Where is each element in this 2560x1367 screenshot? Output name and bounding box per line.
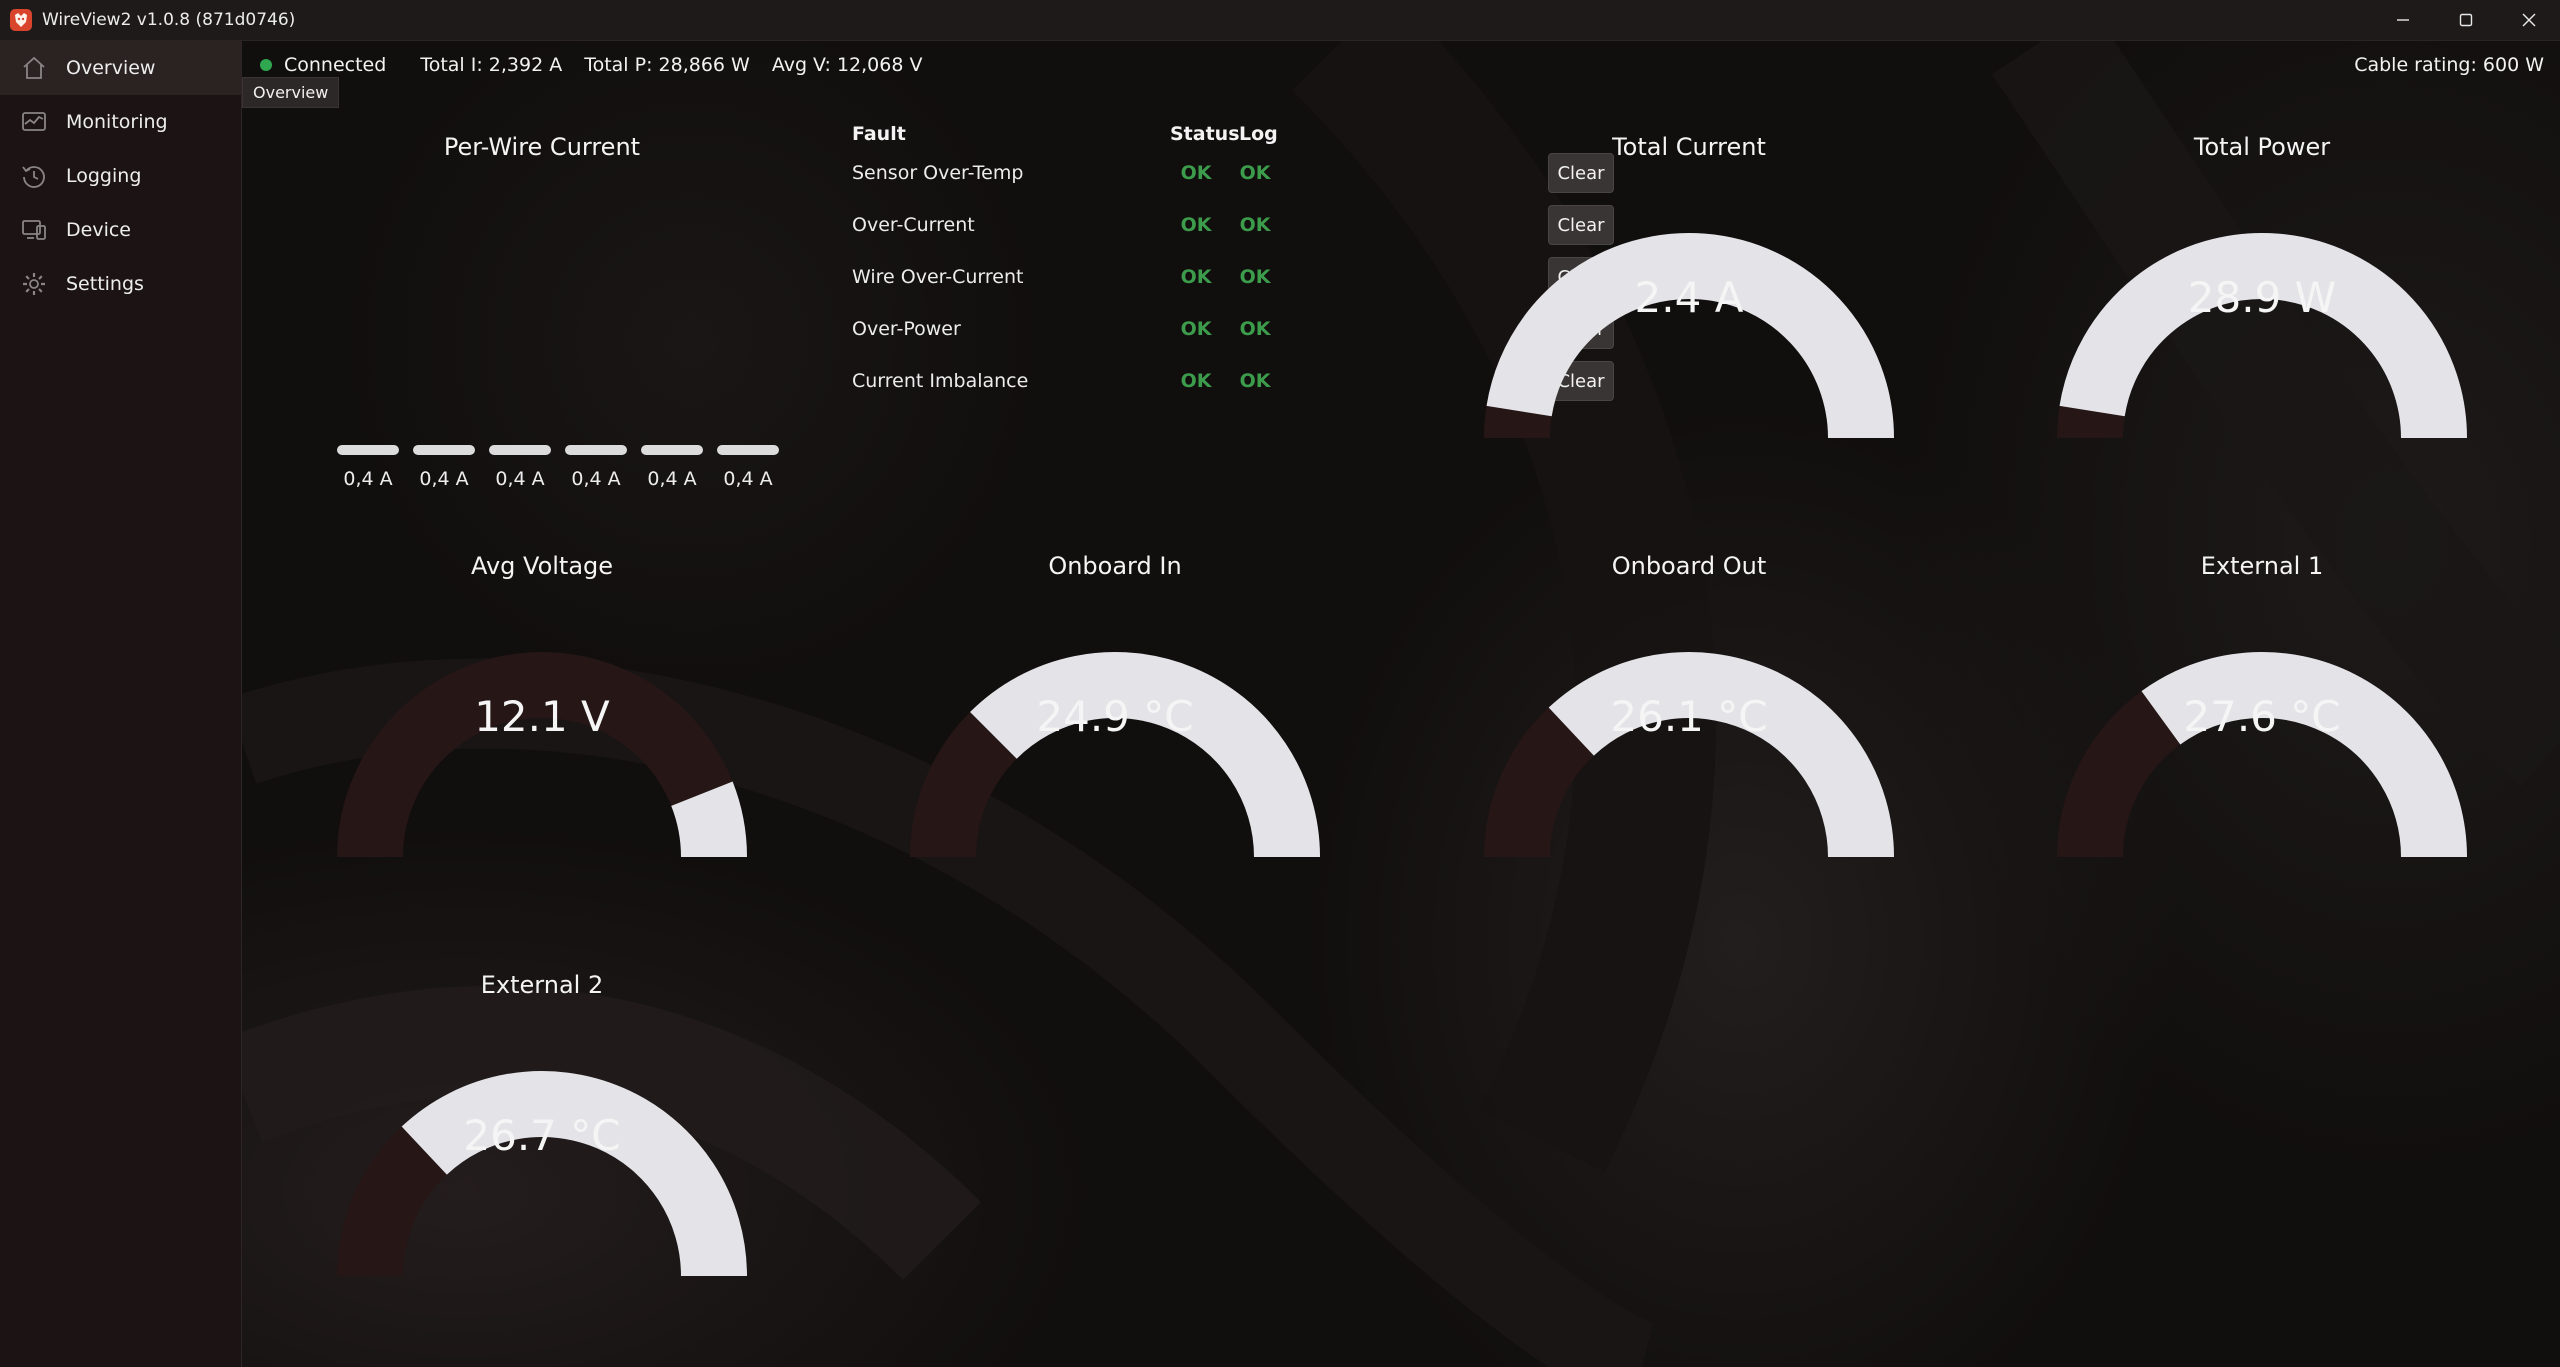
gauge (337, 1071, 747, 1277)
close-icon (2522, 13, 2535, 27)
overview-panel: Connected Total I: 2,392 A Total P: 28,8… (242, 41, 2560, 1367)
fault-log: OK (1239, 214, 1271, 236)
gauge-value: 26.7 °C (463, 1111, 621, 1160)
gauge (1484, 233, 1894, 439)
gauge-track (337, 1126, 448, 1277)
fault-status: OK (1180, 318, 1212, 340)
title-bar: WireView2 v1.0.8 (871d0746) (0, 0, 2560, 41)
total-power-readout: Total P: 28,866 W (584, 54, 750, 76)
wire-current-bar (337, 445, 399, 455)
gauge-title: Total Power (2193, 133, 2331, 161)
wire-6: 0,4 A (717, 441, 779, 490)
wire-current-label: 0,4 A (723, 468, 773, 490)
wire-current-label: 0,4 A (647, 468, 697, 490)
gauge-title: External 2 (480, 971, 604, 999)
fault-status: OK (1180, 162, 1212, 184)
gauge-value: 12.1 V (474, 692, 610, 741)
minimize-icon (2396, 19, 2409, 21)
sidebar-item-logging[interactable]: Logging (0, 149, 241, 203)
window-title: WireView2 v1.0.8 (871d0746) (42, 10, 296, 30)
total-current-readout: Total I: 2,392 A (420, 54, 563, 76)
gauge-title: Onboard In (1048, 552, 1182, 580)
sidebar-item-label: Monitoring (66, 111, 168, 133)
fault-name: Sensor Over-Temp (852, 162, 1024, 184)
fault-name: Wire Over-Current (852, 266, 1024, 288)
gauge-value: 28.9 W (2187, 273, 2337, 322)
gauge-track (1484, 707, 1595, 858)
fault-status: OK (1180, 266, 1212, 288)
sidebar-item-settings[interactable]: Settings (0, 257, 241, 311)
status-bar: Connected Total I: 2,392 A Total P: 28,8… (242, 41, 2560, 89)
sidebar-item-label: Overview (66, 57, 156, 79)
app-logo-icon (10, 9, 32, 31)
maximize-icon (2459, 13, 2472, 27)
gauge-track (1484, 405, 1552, 439)
wire-current-label: 0,4 A (419, 468, 469, 490)
gauge (1484, 652, 1894, 858)
gauge-value: 2.4 A (1634, 273, 1744, 322)
gauge (2057, 652, 2467, 858)
gauge (2057, 233, 2467, 439)
gauge-value: 24.9 °C (1036, 692, 1194, 741)
avg-voltage-readout: Avg V: 12,068 V (771, 54, 923, 76)
wire-current-bar (413, 445, 475, 455)
sidebar: Overview Monitoring Logging Device Setti… (0, 41, 242, 1367)
sidebar-item-monitoring[interactable]: Monitoring (0, 95, 241, 149)
wire-current-bar (565, 445, 627, 455)
wire-4: 0,4 A (565, 441, 627, 490)
sidebar-item-label: Logging (66, 165, 142, 187)
connection-status: Connected (284, 54, 387, 76)
fault-log: OK (1239, 266, 1271, 288)
gauge-title: Avg Voltage (470, 552, 614, 580)
fault-log: OK (1239, 318, 1271, 340)
monitoring-icon (22, 112, 46, 131)
maximize-button[interactable] (2434, 0, 2497, 40)
fault-status: OK (1180, 370, 1212, 392)
status-header: Status (1170, 123, 1240, 145)
gauge-title: Onboard Out (1611, 552, 1767, 580)
gauge-fill (670, 781, 747, 858)
connection-indicator (260, 59, 272, 71)
wire-5: 0,4 A (641, 441, 703, 490)
cable-rating: Cable rating: 600 W (2354, 54, 2544, 76)
tooltip: Overview (242, 77, 340, 108)
wire-current-bar (489, 445, 551, 455)
home-icon (23, 56, 45, 79)
wire-current-bar (641, 445, 703, 455)
gauge (910, 652, 1320, 858)
gauge-track (910, 712, 1018, 858)
fault-name: Over-Power (852, 318, 961, 340)
sidebar-item-label: Settings (66, 273, 144, 295)
fault-status: OK (1180, 214, 1212, 236)
wire-current-label: 0,4 A (495, 468, 545, 490)
sidebar-item-overview[interactable]: Overview (0, 41, 241, 95)
gauge (337, 652, 747, 858)
sidebar-item-device[interactable]: Device (0, 203, 241, 257)
wire-2: 0,4 A (413, 441, 475, 490)
gauge-value: 26.1 °C (1610, 692, 1768, 741)
close-button[interactable] (2497, 0, 2560, 40)
minimize-button[interactable] (2371, 0, 2434, 40)
wire-current-label: 0,4 A (571, 468, 621, 490)
sidebar-item-label: Device (66, 219, 131, 241)
gauge-title: External 1 (2200, 552, 2324, 580)
fault-header: Fault (852, 123, 906, 145)
gauge-title: Total Current (1612, 133, 1766, 161)
device-icon (22, 220, 46, 240)
log-header: Log (1239, 123, 1278, 145)
per-wire-bars: 0,4 A 0,4 A 0,4 A 0,4 A 0,4 A 0,4 A (337, 441, 779, 490)
wire-current-label: 0,4 A (343, 468, 393, 490)
fault-name: Current Imbalance (852, 370, 1029, 392)
fault-log: OK (1239, 370, 1271, 392)
gear-icon (23, 273, 45, 295)
gauge-value: 27.6 °C (2183, 692, 2341, 741)
history-icon (22, 166, 45, 188)
wire-current-bar (717, 445, 779, 455)
gauge-track (2057, 405, 2125, 439)
per-wire-title: Per-Wire Current (443, 133, 641, 161)
wire-1: 0,4 A (337, 441, 399, 490)
fault-log: OK (1239, 162, 1271, 184)
fault-name: Over-Current (852, 214, 975, 236)
wire-3: 0,4 A (489, 441, 551, 490)
